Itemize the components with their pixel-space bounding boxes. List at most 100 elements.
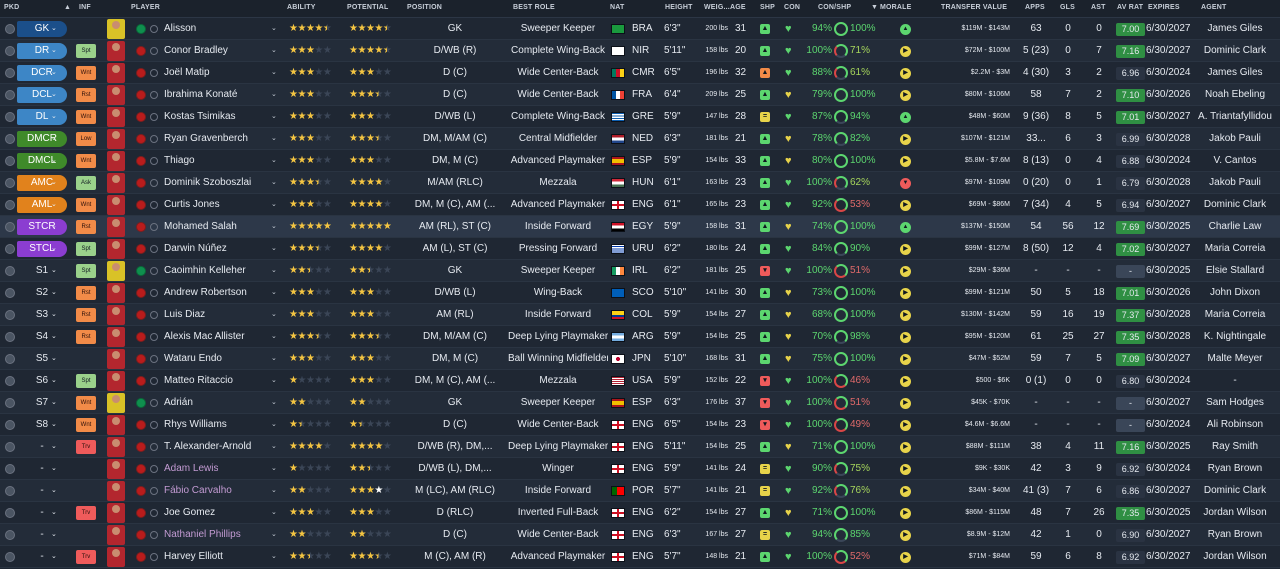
- table-row[interactable]: - ⌄ Nathaniel Phillips ⌄ ★★★★★ ★★★★★ D (C) Wide…: [0, 524, 1280, 546]
- row-select-checkbox[interactable]: [5, 310, 15, 320]
- chevron-down-icon[interactable]: ⌄: [51, 194, 57, 216]
- row-select-checkbox[interactable]: [5, 486, 15, 496]
- table-row[interactable]: - ⌄ Trv Harvey Elliott ⌄ ★★★★★ ★★★★★ M (C), AM …: [0, 546, 1280, 568]
- chevron-down-icon[interactable]: ⌄: [51, 216, 57, 238]
- table-row[interactable]: S4 ⌄ Rst Alexis Mac Allister ⌄ ★★★★★ ★★★★★ DM, …: [0, 326, 1280, 348]
- player-menu-chevron-icon[interactable]: ⌄: [271, 414, 277, 436]
- player-menu-chevron-icon[interactable]: ⌄: [271, 524, 277, 546]
- row-select-checkbox[interactable]: [5, 442, 15, 452]
- row-select-checkbox[interactable]: [5, 508, 15, 518]
- position-selector[interactable]: DCL: [17, 87, 67, 103]
- position-selector[interactable]: DMCL: [17, 153, 67, 169]
- chevron-down-icon[interactable]: ⌄: [51, 282, 57, 304]
- player-name[interactable]: Alexis Mac Allister: [164, 326, 245, 348]
- player-menu-chevron-icon[interactable]: ⌄: [271, 348, 277, 370]
- position-selector[interactable]: DL: [17, 109, 67, 125]
- row-select-checkbox[interactable]: [5, 134, 15, 144]
- chevron-down-icon[interactable]: ⌄: [51, 480, 57, 502]
- col-transfer-value[interactable]: TRANSFER VALUE: [941, 4, 1007, 11]
- row-select-checkbox[interactable]: [5, 398, 15, 408]
- player-menu-chevron-icon[interactable]: ⌄: [271, 436, 277, 458]
- chevron-down-icon[interactable]: ⌄: [51, 84, 57, 106]
- player-menu-chevron-icon[interactable]: ⌄: [271, 84, 277, 106]
- chevron-down-icon[interactable]: ⌄: [51, 392, 57, 414]
- chevron-down-icon[interactable]: ⌄: [51, 40, 57, 62]
- row-select-checkbox[interactable]: [5, 464, 15, 474]
- col-agent[interactable]: AGENT: [1201, 4, 1227, 11]
- table-row[interactable]: S5 ⌄ Wataru Endo ⌄ ★★★★★ ★★★★★ DM, M (C) Ball W…: [0, 348, 1280, 370]
- col-av-rat[interactable]: AV RAT: [1117, 4, 1143, 11]
- table-row[interactable]: S2 ⌄ Rst Andrew Robertson ⌄ ★★★★★ ★★★★★ D/WB (L…: [0, 282, 1280, 304]
- player-name[interactable]: Matteo Ritaccio: [164, 370, 233, 392]
- player-name[interactable]: Conor Bradley: [164, 40, 228, 62]
- position-selector[interactable]: DCR: [17, 65, 67, 81]
- table-row[interactable]: STCR ⌄ Rst Mohamed Salah ⌄ ★★★★★ ★★★★★ AM (RL),…: [0, 216, 1280, 238]
- player-name[interactable]: Dominik Szoboszlai: [164, 172, 251, 194]
- table-row[interactable]: - ⌄ Trv Joe Gomez ⌄ ★★★★★ ★★★★★ D (RLC) Inverted…: [0, 502, 1280, 524]
- chevron-down-icon[interactable]: ⌄: [51, 18, 57, 40]
- row-select-checkbox[interactable]: [5, 90, 15, 100]
- row-select-checkbox[interactable]: [5, 178, 15, 188]
- row-select-checkbox[interactable]: [5, 68, 15, 78]
- position-selector[interactable]: -: [17, 439, 67, 455]
- row-select-checkbox[interactable]: [5, 420, 15, 430]
- chevron-down-icon[interactable]: ⌄: [51, 172, 57, 194]
- chevron-down-icon[interactable]: ⌄: [51, 260, 57, 282]
- col-nat[interactable]: NAT: [610, 4, 624, 11]
- table-row[interactable]: - ⌄ Trv T. Alexander-Arnold ⌄ ★★★★★ ★★★★★ D/WB …: [0, 436, 1280, 458]
- col-inf[interactable]: INF: [79, 4, 91, 11]
- table-row[interactable]: - ⌄ Adam Lewis ⌄ ★★★★★ ★★★★★ D/WB (L), DM,... W…: [0, 458, 1280, 480]
- player-menu-chevron-icon[interactable]: ⌄: [271, 18, 277, 40]
- player-menu-chevron-icon[interactable]: ⌄: [271, 260, 277, 282]
- sort-up-icon[interactable]: ▲: [64, 4, 71, 11]
- col-height[interactable]: HEIGHT: [665, 4, 693, 11]
- position-selector[interactable]: S4: [17, 329, 67, 345]
- chevron-down-icon[interactable]: ⌄: [51, 414, 57, 436]
- player-name[interactable]: Curtis Jones: [164, 194, 220, 216]
- table-row[interactable]: DMCL ⌄ Wnt Thiago ⌄ ★★★★★ ★★★★★ DM, M (C) Advanc…: [0, 150, 1280, 172]
- player-menu-chevron-icon[interactable]: ⌄: [271, 62, 277, 84]
- table-row[interactable]: GK ⌄ Alisson ⌄ ★★★★★ ★★★★★ GK Sweeper Keeper BRA…: [0, 18, 1280, 40]
- col-morale[interactable]: MORALE: [880, 4, 912, 11]
- col-age[interactable]: AGE: [730, 4, 746, 11]
- row-select-checkbox[interactable]: [5, 376, 15, 386]
- position-selector[interactable]: S5: [17, 351, 67, 367]
- position-selector[interactable]: STCL: [17, 241, 67, 257]
- player-name[interactable]: Nathaniel Phillips: [164, 524, 241, 546]
- col-weight[interactable]: WEIG...: [704, 4, 730, 11]
- player-menu-chevron-icon[interactable]: ⌄: [271, 238, 277, 260]
- player-menu-chevron-icon[interactable]: ⌄: [271, 502, 277, 524]
- position-selector[interactable]: S6: [17, 373, 67, 389]
- player-menu-chevron-icon[interactable]: ⌄: [271, 216, 277, 238]
- player-name[interactable]: Caoimhin Kelleher: [164, 260, 246, 282]
- col-apps[interactable]: APPS: [1025, 4, 1045, 11]
- player-name[interactable]: Adam Lewis: [164, 458, 218, 480]
- col-player[interactable]: PLAYER: [131, 4, 160, 11]
- col-con[interactable]: CON: [784, 4, 800, 11]
- table-row[interactable]: DMCR ⌄ Low Ryan Gravenberch ⌄ ★★★★★ ★★★★★ DM, M…: [0, 128, 1280, 150]
- player-name[interactable]: Joël Matip: [164, 62, 210, 84]
- col-pkd[interactable]: PKD: [4, 4, 19, 11]
- col-expires[interactable]: EXPIRES: [1148, 4, 1180, 11]
- position-selector[interactable]: S3: [17, 307, 67, 323]
- player-name[interactable]: Rhys Williams: [164, 414, 227, 436]
- chevron-down-icon[interactable]: ⌄: [51, 502, 57, 524]
- player-name[interactable]: Harvey Elliott: [164, 546, 223, 568]
- col-position[interactable]: POSITION: [407, 4, 442, 11]
- table-row[interactable]: - ⌄ Fábio Carvalho ⌄ ★★★★★ ★★★★★ M (LC), AM (R…: [0, 480, 1280, 502]
- row-select-checkbox[interactable]: [5, 46, 15, 56]
- table-row[interactable]: AML ⌄ Wnt Curtis Jones ⌄ ★★★★★ ★★★★★ DM, M (C),…: [0, 194, 1280, 216]
- chevron-down-icon[interactable]: ⌄: [51, 326, 57, 348]
- position-selector[interactable]: -: [17, 527, 67, 543]
- col-potential[interactable]: POTENTIAL: [347, 4, 388, 11]
- player-name[interactable]: Alisson: [164, 18, 196, 40]
- col-con-shp[interactable]: CON/SHP: [818, 4, 851, 11]
- player-name[interactable]: Kostas Tsimikas: [164, 106, 236, 128]
- table-row[interactable]: S1 ⌄ Spt Caoimhin Kelleher ⌄ ★★★★★ ★★★★★ GK Swee…: [0, 260, 1280, 282]
- table-row[interactable]: S7 ⌄ Wnt Adrián ⌄ ★★★★★ ★★★★★ GK Sweeper Keeper E…: [0, 392, 1280, 414]
- player-name[interactable]: Mohamed Salah: [164, 216, 237, 238]
- chevron-down-icon[interactable]: ⌄: [51, 370, 57, 392]
- player-menu-chevron-icon[interactable]: ⌄: [271, 370, 277, 392]
- row-select-checkbox[interactable]: [5, 112, 15, 122]
- position-selector[interactable]: -: [17, 483, 67, 499]
